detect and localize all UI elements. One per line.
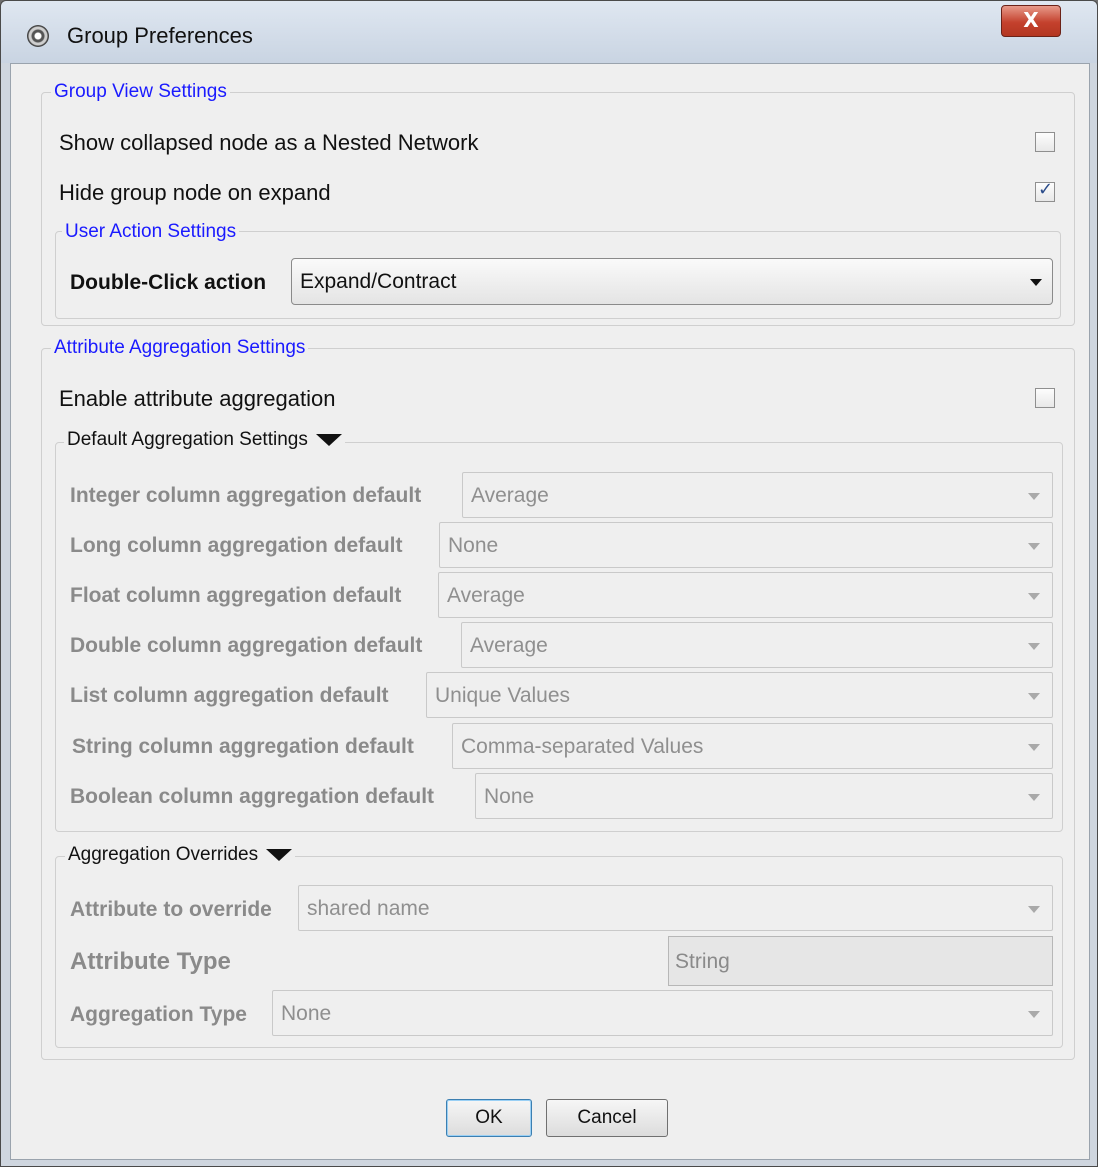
- long-default-select[interactable]: None: [439, 522, 1053, 568]
- close-icon: X: [1023, 8, 1039, 32]
- attribute-to-override-value: shared name: [307, 897, 430, 920]
- dialog-content: Group View Settings Show collapsed node …: [10, 63, 1090, 1160]
- chevron-down-icon: [1028, 693, 1040, 700]
- integer-default-value: Average: [471, 484, 549, 507]
- group-preferences-window: Group Preferences X Group View Settings …: [0, 0, 1098, 1167]
- integer-default-select[interactable]: Average: [462, 472, 1053, 518]
- float-default-value: Average: [447, 584, 525, 607]
- double-default-label: Double column aggregation default: [70, 634, 423, 657]
- cancel-button[interactable]: Cancel: [546, 1099, 668, 1137]
- list-default-select[interactable]: Unique Values: [426, 672, 1053, 718]
- ok-button[interactable]: OK: [446, 1099, 532, 1137]
- attribute-to-override-label: Attribute to override: [70, 898, 272, 921]
- checkmark-icon: ✓: [1038, 179, 1054, 200]
- long-default-label: Long column aggregation default: [70, 534, 403, 557]
- long-default-value: None: [448, 534, 499, 557]
- chevron-down-icon: [1028, 744, 1040, 751]
- chevron-down-icon: [1028, 1011, 1040, 1018]
- title-bar[interactable]: Group Preferences X: [1, 1, 1097, 63]
- enable-aggregation-label: Enable attribute aggregation: [59, 386, 336, 411]
- aggregation-overrides-legend: Aggregation Overrides: [68, 844, 259, 865]
- aggregation-type-label: Aggregation Type: [70, 1003, 247, 1026]
- window-title: Group Preferences: [67, 23, 253, 48]
- show-collapsed-label: Show collapsed node as a Nested Network: [59, 130, 479, 155]
- double-click-action-select[interactable]: Expand/Contract: [291, 258, 1053, 305]
- chevron-down-icon: [1028, 593, 1040, 600]
- string-default-select[interactable]: Comma-separated Values: [452, 723, 1053, 769]
- aggregation-type-select[interactable]: None: [272, 990, 1053, 1036]
- enable-aggregation-checkbox[interactable]: [1035, 388, 1055, 408]
- chevron-down-icon: [1028, 543, 1040, 550]
- chevron-down-icon: [1030, 279, 1042, 286]
- hide-group-label: Hide group node on expand: [59, 180, 331, 205]
- attribute-type-label: Attribute Type: [70, 948, 231, 975]
- close-button[interactable]: X: [1001, 5, 1061, 37]
- double-default-value: Average: [470, 634, 548, 657]
- list-default-value: Unique Values: [435, 684, 571, 707]
- float-default-label: Float column aggregation default: [70, 584, 402, 607]
- chevron-down-icon: [1028, 906, 1040, 913]
- chevron-down-icon: [1028, 493, 1040, 500]
- collapse-triangle-icon: [315, 433, 342, 446]
- attribute-type-field: String: [668, 936, 1053, 986]
- hide-group-checkbox[interactable]: ✓: [1035, 179, 1055, 202]
- default-aggregation-settings-toggle[interactable]: Default Aggregation Settings: [64, 429, 345, 451]
- boolean-default-label: Boolean column aggregation default: [70, 785, 435, 808]
- chevron-down-icon: [1028, 643, 1040, 650]
- string-default-value: Comma-separated Values: [461, 735, 704, 758]
- app-icon: [27, 25, 49, 47]
- attribute-to-override-select[interactable]: shared name: [298, 885, 1053, 931]
- boolean-default-value: None: [484, 785, 535, 808]
- chevron-down-icon: [1028, 794, 1040, 801]
- aggregation-type-value: None: [281, 1002, 332, 1025]
- integer-default-label: Integer column aggregation default: [70, 484, 422, 507]
- group-view-settings-legend: Group View Settings: [51, 81, 230, 103]
- string-default-label: String column aggregation default: [72, 735, 414, 758]
- double-default-select[interactable]: Average: [461, 622, 1053, 668]
- aggregation-overrides-toggle[interactable]: Aggregation Overrides: [65, 844, 296, 866]
- default-aggregation-settings-legend: Default Aggregation Settings: [67, 429, 308, 450]
- list-default-label: List column aggregation default: [70, 684, 389, 707]
- user-action-settings-legend: User Action Settings: [62, 221, 240, 243]
- boolean-default-select[interactable]: None: [475, 773, 1053, 819]
- collapse-triangle-icon: [266, 848, 293, 861]
- double-click-action-label: Double-Click action: [70, 271, 267, 294]
- show-collapsed-checkbox[interactable]: [1035, 132, 1055, 152]
- float-default-select[interactable]: Average: [438, 572, 1053, 618]
- double-click-action-value: Expand/Contract: [300, 270, 457, 293]
- attribute-type-value: String: [675, 950, 730, 973]
- attribute-aggregation-settings-legend: Attribute Aggregation Settings: [51, 337, 309, 359]
